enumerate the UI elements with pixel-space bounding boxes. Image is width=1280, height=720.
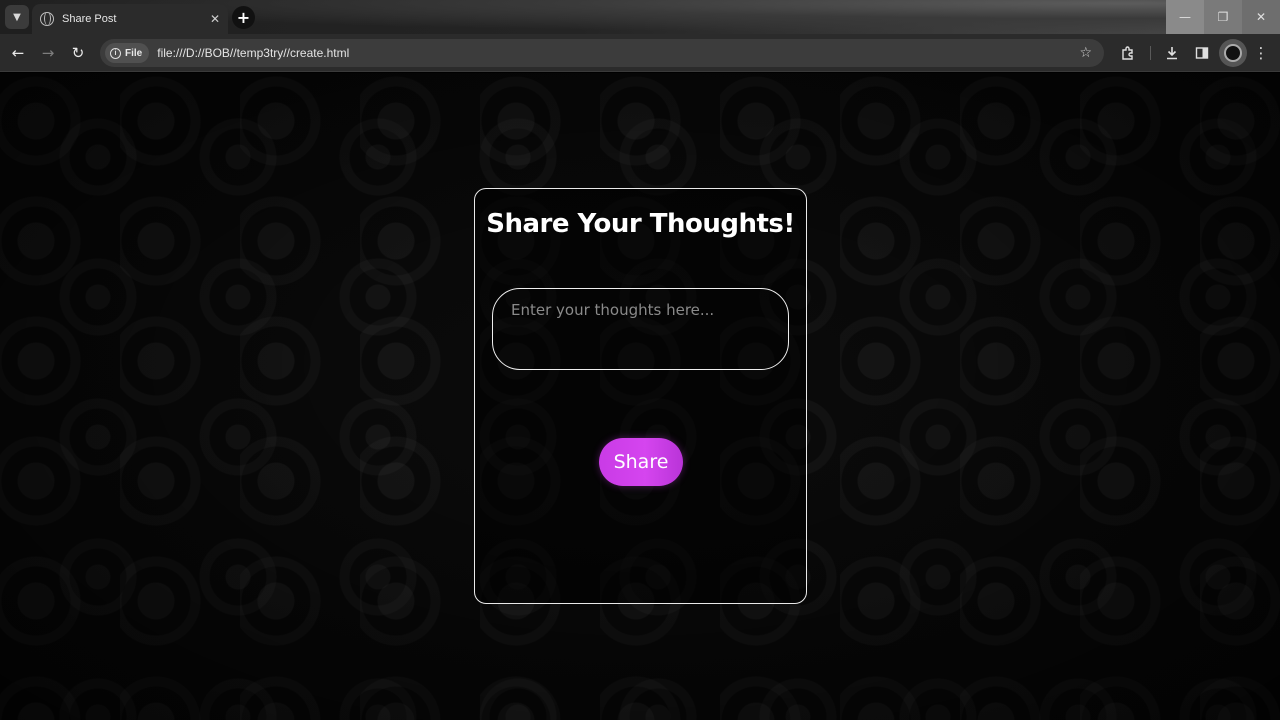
url-text[interactable]: file:///D://BOB//temp3try//create.html [157,46,1079,60]
page-background: Share Your Thoughts! Share [0,73,1280,720]
close-window-button[interactable]: ✕ [1242,0,1280,34]
bookmark-star-icon[interactable]: ☆ [1079,45,1092,61]
address-bar[interactable]: i File file:///D://BOB//temp3try//create… [100,39,1104,67]
tab-title: Share Post [62,13,117,25]
tab-share-post[interactable]: Share Post ✕ [32,4,228,34]
more-menu-icon[interactable]: ⋮ [1251,43,1271,63]
tab-search-icon[interactable]: ▼ [5,5,29,29]
toolbar-divider [1150,46,1151,60]
profile-avatar[interactable] [1219,39,1247,67]
page-title: Share Your Thoughts! [486,209,795,239]
site-info-chip[interactable]: i File [105,43,150,63]
browser-titlebar: ▼ Share Post ✕ + — ❐ ✕ [0,0,1280,34]
share-button[interactable]: Share [599,438,683,486]
thoughts-input[interactable] [492,288,789,370]
back-arrow-icon[interactable]: ← [7,42,29,64]
reload-icon[interactable]: ↻ [67,42,89,64]
avatar-icon [1224,44,1242,62]
share-card: Share Your Thoughts! Share [474,188,807,604]
download-icon[interactable] [1162,43,1182,63]
tab-close-icon[interactable]: ✕ [210,12,220,26]
forward-arrow-icon[interactable]: → [37,42,59,64]
browser-toolbar: ← → ↻ i File file:///D://BOB//temp3try//… [0,34,1280,72]
file-chip-label: File [125,47,143,59]
side-panel-icon[interactable] [1192,43,1212,63]
globe-icon [40,12,54,26]
new-tab-button[interactable]: + [232,6,255,29]
extensions-icon[interactable] [1118,43,1138,63]
info-icon: i [110,47,121,59]
minimize-button[interactable]: — [1166,0,1204,34]
restore-button[interactable]: ❐ [1204,0,1242,34]
